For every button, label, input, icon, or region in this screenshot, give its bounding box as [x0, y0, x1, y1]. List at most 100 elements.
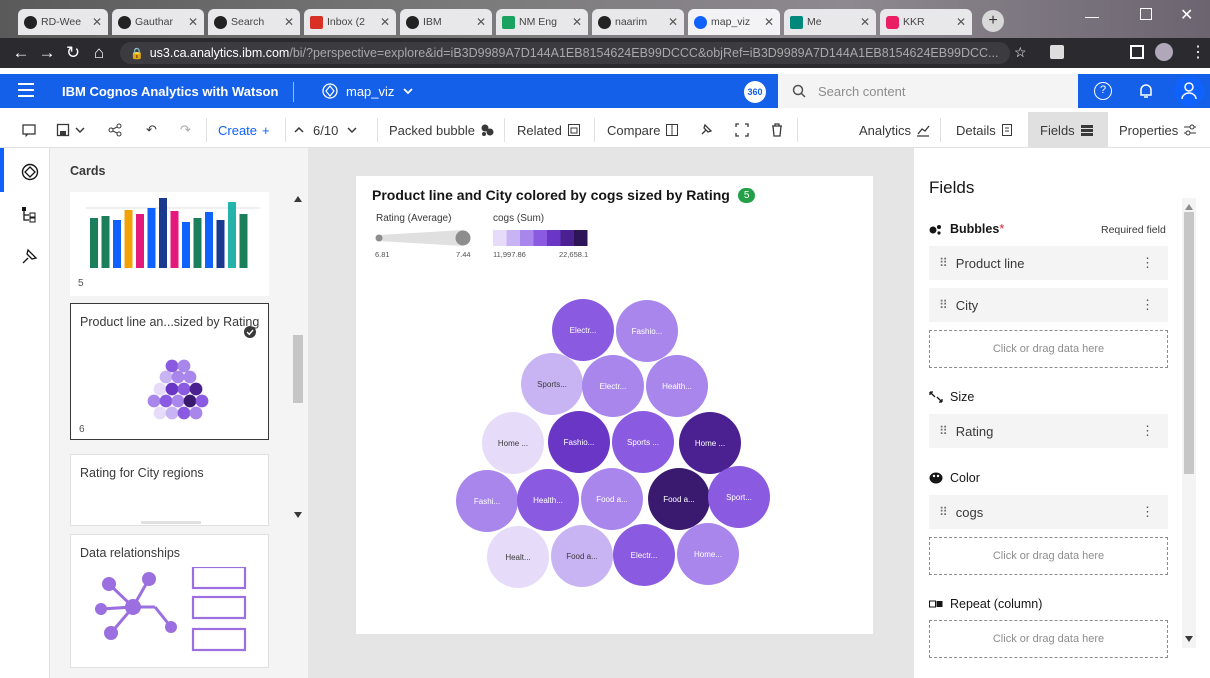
bubble[interactable]: Fashio...: [616, 300, 678, 362]
drag-handle-icon[interactable]: ⠿: [939, 256, 948, 270]
drag-handle-icon[interactable]: ⠿: [939, 505, 948, 519]
redo-icon[interactable]: ↷: [180, 112, 191, 148]
bubble[interactable]: Electr...: [552, 299, 614, 361]
back-icon[interactable]: ←: [8, 43, 34, 63]
close-icon[interactable]: ✕: [89, 15, 102, 29]
close-icon[interactable]: ✕: [665, 15, 678, 29]
delete-icon[interactable]: [770, 112, 784, 148]
scroll-thumb[interactable]: [1184, 212, 1194, 474]
details-tab[interactable]: Details: [956, 112, 1015, 148]
scroll-up-icon[interactable]: [294, 196, 302, 202]
visualization-card[interactable]: Product line and City colored by cogs si…: [356, 176, 873, 634]
profile-avatar[interactable]: [1155, 43, 1173, 61]
browser-tab[interactable]: RD-Wee ✕: [18, 9, 108, 35]
browser-tab[interactable]: Me ✕: [784, 9, 876, 35]
close-icon[interactable]: ✕: [473, 15, 486, 29]
card-rating-city[interactable]: Rating for City regions: [70, 454, 269, 526]
overflow-menu-icon[interactable]: ⋮: [1141, 297, 1154, 313]
drag-handle-icon[interactable]: ⠿: [939, 424, 948, 438]
overflow-menu-icon[interactable]: ⋮: [1141, 423, 1154, 439]
field-slot-city[interactable]: ⠿ City ⋮: [929, 288, 1168, 322]
browser-tab[interactable]: naarim ✕: [592, 9, 684, 35]
card-bar-chart[interactable]: 5: [70, 192, 269, 296]
field-slot-product-line[interactable]: ⠿ Product line ⋮: [929, 246, 1168, 280]
bubble[interactable]: Healt...: [487, 526, 549, 588]
bubbles-drop-zone[interactable]: Click or drag data here: [929, 330, 1168, 368]
chrome-menu-icon[interactable]: ⋮: [1190, 42, 1206, 62]
card-data-relationships[interactable]: Data relationships: [70, 534, 269, 668]
browser-tab[interactable]: NM Eng ✕: [496, 9, 588, 35]
browser-tab[interactable]: Search ✕: [208, 9, 300, 35]
chevron-down-icon[interactable]: [347, 125, 357, 135]
bubble[interactable]: Fashi...: [456, 470, 518, 532]
scroll-up-icon[interactable]: [1185, 204, 1193, 210]
maximize-icon[interactable]: [1140, 8, 1152, 20]
forward-icon[interactable]: →: [34, 43, 60, 63]
color-drop-zone[interactable]: Click or drag data here: [929, 537, 1168, 575]
cards-scrollbar[interactable]: [291, 190, 305, 520]
bubble[interactable]: Home ...: [482, 412, 544, 474]
close-icon[interactable]: ✕: [569, 15, 582, 29]
share-icon[interactable]: [108, 112, 122, 148]
browser-tab[interactable]: IBM ✕: [400, 9, 492, 35]
undo-icon[interactable]: ↶: [146, 112, 157, 148]
fields-scrollbar[interactable]: [1182, 198, 1196, 648]
scroll-thumb[interactable]: [293, 335, 303, 403]
page-navigator[interactable]: 6/10: [294, 112, 357, 148]
scroll-down-icon[interactable]: [294, 512, 302, 518]
hierarchy-icon[interactable]: [21, 206, 39, 224]
overflow-menu-icon[interactable]: ⋮: [1141, 504, 1154, 520]
window-close-icon[interactable]: ✕: [1180, 5, 1193, 25]
workspace-switcher[interactable]: map_viz: [322, 83, 414, 99]
compare-button[interactable]: Compare: [607, 112, 679, 148]
bubble[interactable]: Electr...: [613, 524, 675, 586]
help-icon[interactable]: ?: [1094, 82, 1112, 100]
pin-icon[interactable]: [21, 247, 39, 265]
field-slot-rating[interactable]: ⠿ Rating ⋮: [929, 414, 1168, 448]
home-icon[interactable]: ⌂: [86, 43, 112, 63]
overflow-menu-icon[interactable]: ⋮: [1141, 255, 1154, 271]
browser-tab[interactable]: Gauthar ✕: [112, 9, 204, 35]
browser-tab[interactable]: KKR ✕: [880, 9, 972, 35]
bubble[interactable]: Food a...: [581, 468, 643, 530]
scroll-down-icon[interactable]: [1185, 636, 1193, 642]
new-tab-button[interactable]: +: [982, 10, 1004, 32]
properties-tab[interactable]: Properties: [1119, 112, 1197, 148]
search-content-input[interactable]: Search content: [778, 74, 1078, 108]
bubble[interactable]: Electr...: [582, 355, 644, 417]
close-icon[interactable]: ✕: [185, 15, 198, 29]
save-menu[interactable]: [56, 112, 85, 148]
browser-tab[interactable]: Inbox (2 ✕: [304, 9, 396, 35]
bubble[interactable]: Health...: [646, 355, 708, 417]
card-packed-bubble[interactable]: Product line an...sized by Rating 6: [70, 303, 269, 440]
visualization-type-button[interactable]: Packed bubble: [389, 112, 494, 148]
extension-icon[interactable]: [1050, 45, 1064, 59]
bubble[interactable]: Food a...: [648, 468, 710, 530]
reload-icon[interactable]: ↻: [60, 43, 86, 63]
create-button[interactable]: Create +: [218, 112, 270, 148]
field-slot-cogs[interactable]: ⠿ cogs ⋮: [929, 495, 1168, 529]
analytics-tab[interactable]: Analytics: [859, 112, 930, 148]
close-icon[interactable]: ✕: [377, 15, 390, 29]
close-icon[interactable]: ✕: [281, 15, 294, 29]
hamburger-menu-icon[interactable]: [18, 83, 34, 97]
insights-360-badge[interactable]: 360: [744, 81, 766, 103]
browser-tab-active[interactable]: map_viz ✕: [688, 9, 780, 35]
notifications-icon[interactable]: [1138, 82, 1154, 100]
bubble[interactable]: Home ...: [679, 412, 741, 474]
focus-icon[interactable]: [735, 112, 749, 148]
bubble[interactable]: Sports ...: [612, 411, 674, 473]
bubble[interactable]: Health...: [517, 469, 579, 531]
repeat-column-drop-zone[interactable]: Click or drag data here: [929, 620, 1168, 658]
star-icon[interactable]: ☆: [1014, 44, 1027, 61]
close-icon[interactable]: ✕: [953, 15, 966, 29]
minimize-icon[interactable]: —: [1085, 8, 1099, 24]
url-field[interactable]: 🔒 us3.ca.analytics.ibm.com/bi/?perspecti…: [120, 42, 1010, 64]
bubble[interactable]: Fashio...: [548, 411, 610, 473]
sidepanel-icon[interactable]: [1130, 45, 1144, 59]
cards-icon[interactable]: [21, 163, 39, 181]
fields-tab[interactable]: Fields: [1028, 112, 1108, 148]
user-avatar[interactable]: [1174, 76, 1204, 106]
bubble[interactable]: Sport...: [708, 466, 770, 528]
bubble[interactable]: Sports...: [521, 353, 583, 415]
